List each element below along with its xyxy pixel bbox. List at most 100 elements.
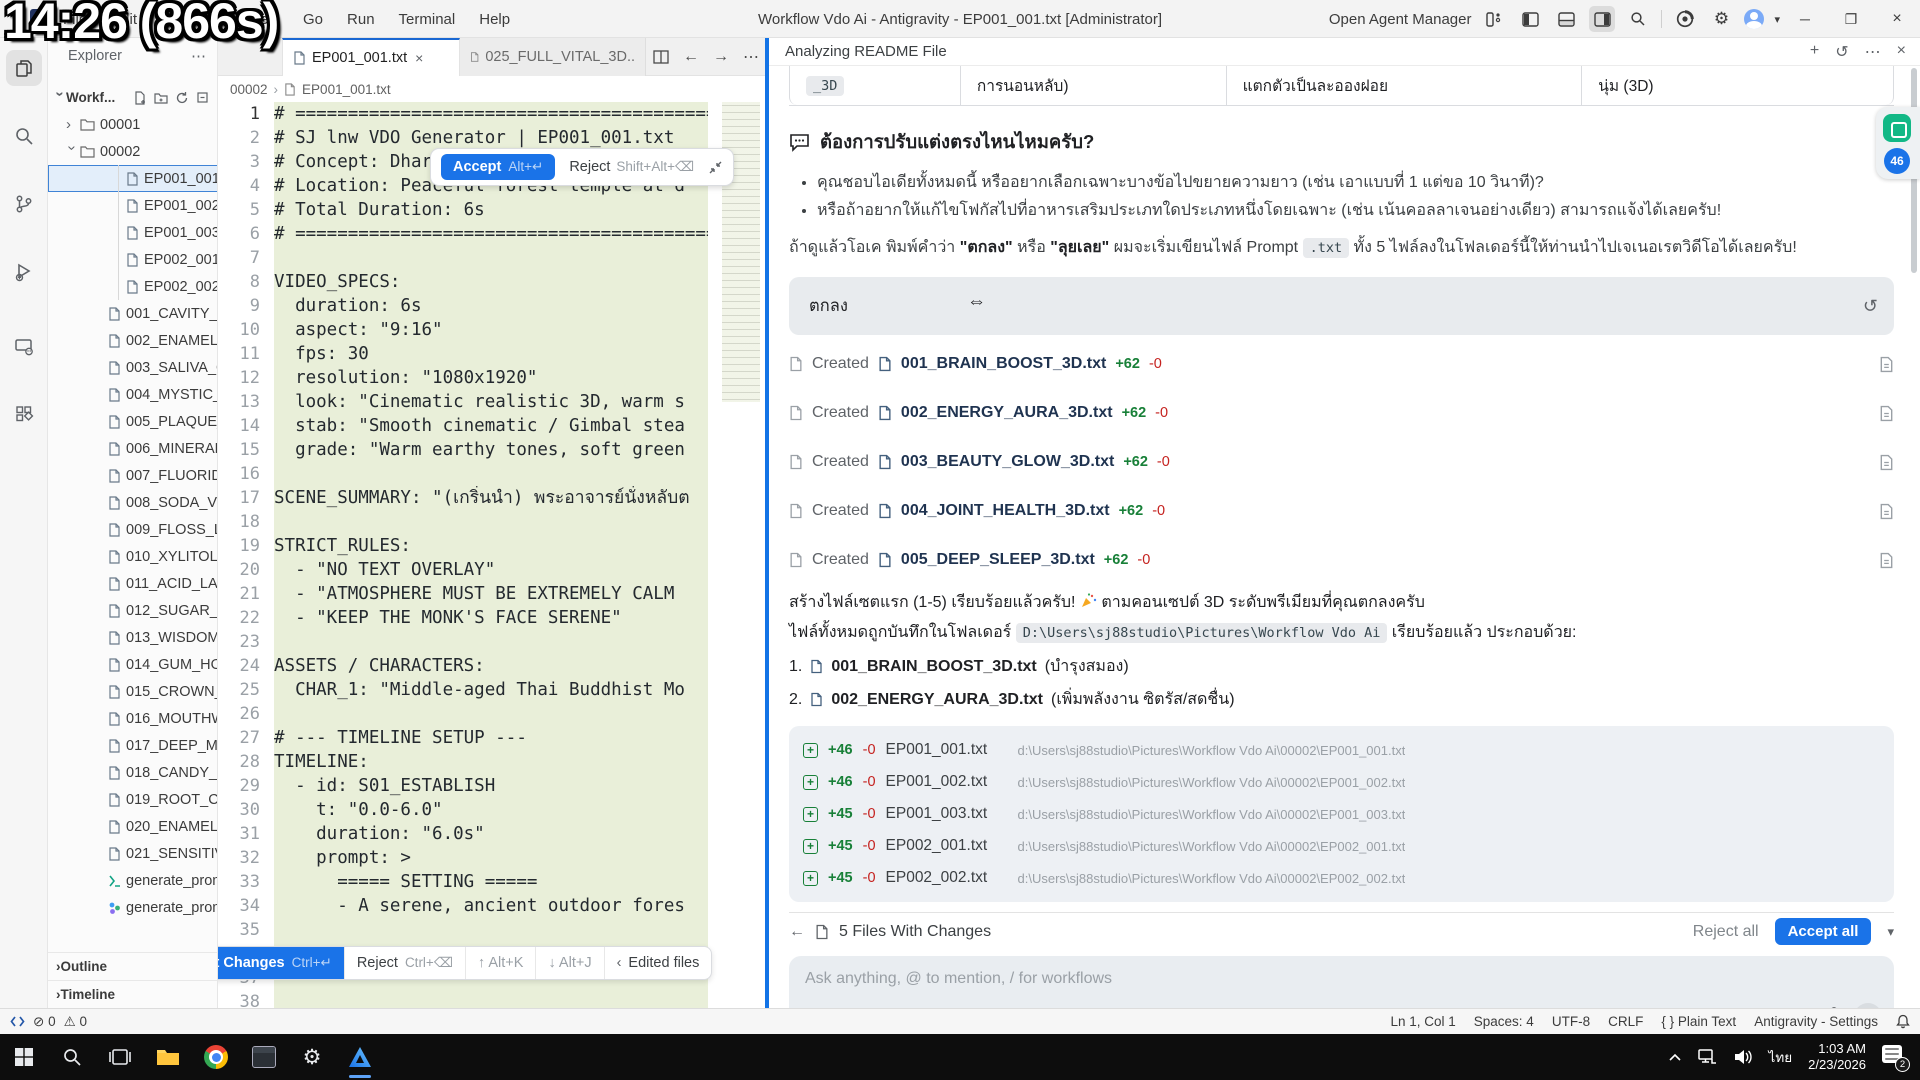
menu-run[interactable]: Run bbox=[336, 7, 386, 32]
remote-explorer-activity-icon[interactable] bbox=[6, 328, 42, 364]
diff-file-row[interactable]: ++45-0EP001_003.txtd:\Users\sj88studio\P… bbox=[789, 798, 1894, 830]
cursor-position[interactable]: Ln 1, Col 1 bbox=[1390, 1014, 1455, 1029]
reject-all-button[interactable]: Reject all bbox=[1693, 923, 1759, 941]
capture-widget-icon[interactable] bbox=[1883, 114, 1911, 142]
open-file-icon[interactable] bbox=[1879, 503, 1894, 520]
editor-more-icon[interactable]: ⋯ bbox=[743, 47, 759, 67]
diff-file-row[interactable]: ++46-0EP001_002.txtd:\Users\sj88studio\P… bbox=[789, 766, 1894, 798]
tab-close-icon[interactable]: × bbox=[415, 50, 423, 66]
network-icon[interactable] bbox=[1697, 1048, 1717, 1066]
warnings-indicator[interactable]: ⚠ 0 bbox=[64, 1014, 87, 1030]
file-item[interactable]: 001_CAVITY_BUG.txt bbox=[48, 300, 218, 327]
diff-file-row[interactable]: ++45-0EP002_001.txtd:\Users\sj88studio\P… bbox=[789, 830, 1894, 862]
history-icon[interactable]: ↺ bbox=[1835, 42, 1848, 62]
created-file-name[interactable]: 001_BRAIN_BOOST_3D.txt bbox=[901, 355, 1106, 373]
open-file-icon[interactable] bbox=[1879, 552, 1894, 569]
hidden-icons-chevron[interactable] bbox=[1669, 1053, 1681, 1061]
file-item[interactable]: 008_SODA_VOLCA... bbox=[48, 489, 218, 516]
next-change-button[interactable]: ↓ Alt+J bbox=[536, 947, 604, 979]
language-mode[interactable]: { } Plain Text bbox=[1661, 1014, 1736, 1029]
task-view-icon[interactable] bbox=[96, 1034, 144, 1080]
open-file-icon[interactable] bbox=[1879, 454, 1894, 471]
file-item[interactable]: 004_MYSTIC_GUM... bbox=[48, 381, 218, 408]
chat-input[interactable]: Ask anything, @ to mention, / for workfl… bbox=[789, 956, 1894, 1008]
split-editor-icon[interactable] bbox=[653, 49, 669, 65]
file-ep001-002[interactable]: EP001_002.txt bbox=[48, 192, 218, 219]
collapse-files-icon[interactable]: ← bbox=[789, 923, 805, 941]
file-ep002-002[interactable]: EP002_002.txt bbox=[48, 273, 218, 300]
eol-sequence[interactable]: CRLF bbox=[1608, 1014, 1643, 1029]
minimap[interactable] bbox=[722, 102, 760, 402]
file-link[interactable]: 002_ENERGY_AURA_3D.txt bbox=[831, 691, 1043, 709]
file-item[interactable]: 014_GUM_HOSPIT... bbox=[48, 651, 218, 678]
file-item[interactable]: 009_FLOSS_LABYR... bbox=[48, 516, 218, 543]
code-area[interactable]: 1# =====================================… bbox=[218, 102, 765, 1008]
file-item[interactable]: 018_CANDY_BATT... bbox=[48, 759, 218, 786]
account-chevron-icon[interactable]: ▾ bbox=[1774, 13, 1780, 26]
file-item[interactable]: 002_ENAMEL_STA... bbox=[48, 327, 218, 354]
minimize-button[interactable]: ─ bbox=[1782, 0, 1828, 38]
reject-changes-button[interactable]: RejectCtrl+⌫ bbox=[345, 947, 466, 979]
settings-sync-status[interactable]: Antigravity - Settings bbox=[1754, 1014, 1878, 1029]
timeline-section[interactable]: ›Timeline bbox=[48, 980, 218, 1007]
volume-icon[interactable] bbox=[1733, 1048, 1753, 1066]
explorer-activity-icon[interactable] bbox=[6, 50, 42, 86]
file-item[interactable]: 010_XYLITOL_ICE_... bbox=[48, 543, 218, 570]
nav-back-icon[interactable]: ← bbox=[683, 48, 699, 66]
file-generate-prompts-1[interactable]: generate_prompts... bbox=[48, 867, 218, 894]
maximize-button[interactable]: ❐ bbox=[1828, 0, 1874, 38]
file-explorer-icon[interactable] bbox=[144, 1034, 192, 1080]
panel-more-icon[interactable]: ⋯ bbox=[1865, 42, 1881, 62]
notification-center-icon[interactable]: 2 bbox=[1882, 1045, 1908, 1069]
open-agent-manager-button[interactable]: Open Agent Manager bbox=[1329, 11, 1472, 28]
accept-all-button[interactable]: Accept all bbox=[1775, 918, 1872, 945]
run-debug-activity-icon[interactable] bbox=[6, 254, 42, 290]
open-file-icon[interactable] bbox=[1879, 356, 1894, 373]
menu-terminal[interactable]: Terminal bbox=[388, 7, 467, 32]
antigravity-taskbar-icon[interactable] bbox=[336, 1034, 384, 1080]
file-item[interactable]: 015_CROWN_BRID... bbox=[48, 678, 218, 705]
accept-options-chevron-icon[interactable]: ▾ bbox=[1887, 924, 1894, 940]
toggle-left-sidebar-icon[interactable] bbox=[1517, 6, 1543, 32]
accept-changes-button[interactable]: Accept ChangesCtrl+↵ bbox=[218, 947, 345, 979]
file-item[interactable]: 007_FLUORIDE_BE... bbox=[48, 462, 218, 489]
file-item[interactable]: 017_DEEP_MOLAR... bbox=[48, 732, 218, 759]
workspace-root[interactable]: › Workf... bbox=[48, 84, 218, 111]
capture-count-badge[interactable]: 46 bbox=[1884, 148, 1910, 174]
toggle-panel-icon[interactable] bbox=[1553, 6, 1579, 32]
new-chat-icon[interactable]: + bbox=[1810, 42, 1819, 62]
file-generate-prompts-2[interactable]: generate_prompts... bbox=[48, 894, 218, 921]
app-window-icon[interactable] bbox=[240, 1034, 288, 1080]
account-avatar[interactable] bbox=[1744, 9, 1764, 29]
collapse-diff-icon[interactable] bbox=[708, 160, 723, 175]
file-item[interactable]: 005_PLAQUE_THE... bbox=[48, 408, 218, 435]
indentation[interactable]: Spaces: 4 bbox=[1474, 1014, 1534, 1029]
restore-checkpoint-icon[interactable]: ↺ bbox=[1863, 296, 1878, 317]
new-folder-icon[interactable] bbox=[154, 91, 168, 105]
agent-manager-icon[interactable] bbox=[1481, 6, 1507, 32]
tab-025-full-vital[interactable]: 025_FULL_VITAL_3D.. bbox=[460, 38, 646, 76]
diff-file-row[interactable]: ++45-0EP002_002.txtd:\Users\sj88studio\P… bbox=[789, 862, 1894, 894]
search-icon[interactable] bbox=[1625, 6, 1651, 32]
notifications-bell-icon[interactable] bbox=[1896, 1014, 1910, 1029]
file-ep001-003[interactable]: EP001_003.txt bbox=[48, 219, 218, 246]
open-file-icon[interactable] bbox=[1879, 405, 1894, 422]
prev-change-button[interactable]: ↑ Alt+K bbox=[466, 947, 537, 979]
taskbar-search-icon[interactable] bbox=[48, 1034, 96, 1080]
file-item[interactable]: 016_MOUTHWAS... bbox=[48, 705, 218, 732]
folder-00002[interactable]: ›00002 bbox=[48, 138, 218, 165]
search-activity-icon[interactable] bbox=[6, 118, 42, 154]
new-file-icon[interactable] bbox=[133, 91, 147, 105]
menu-go[interactable]: Go bbox=[292, 7, 334, 32]
file-item[interactable]: 006_MINERAL_WA... bbox=[48, 435, 218, 462]
created-file-name[interactable]: 002_ENERGY_AURA_3D.txt bbox=[901, 404, 1113, 422]
file-item[interactable]: 011_ACID_LAB.txt bbox=[48, 570, 218, 597]
collapse-all-icon[interactable] bbox=[196, 91, 210, 105]
diff-file-row[interactable]: ++46-0EP001_001.txtd:\Users\sj88studio\P… bbox=[789, 734, 1894, 766]
source-control-activity-icon[interactable] bbox=[6, 186, 42, 222]
nav-forward-icon[interactable]: → bbox=[713, 48, 729, 66]
accept-button[interactable]: AcceptAlt+↵ bbox=[441, 154, 555, 180]
folder-00001[interactable]: ›00001 bbox=[48, 111, 218, 138]
created-file-name[interactable]: 003_BEAUTY_GLOW_3D.txt bbox=[901, 453, 1114, 471]
panel-close-icon[interactable]: × bbox=[1897, 42, 1906, 62]
